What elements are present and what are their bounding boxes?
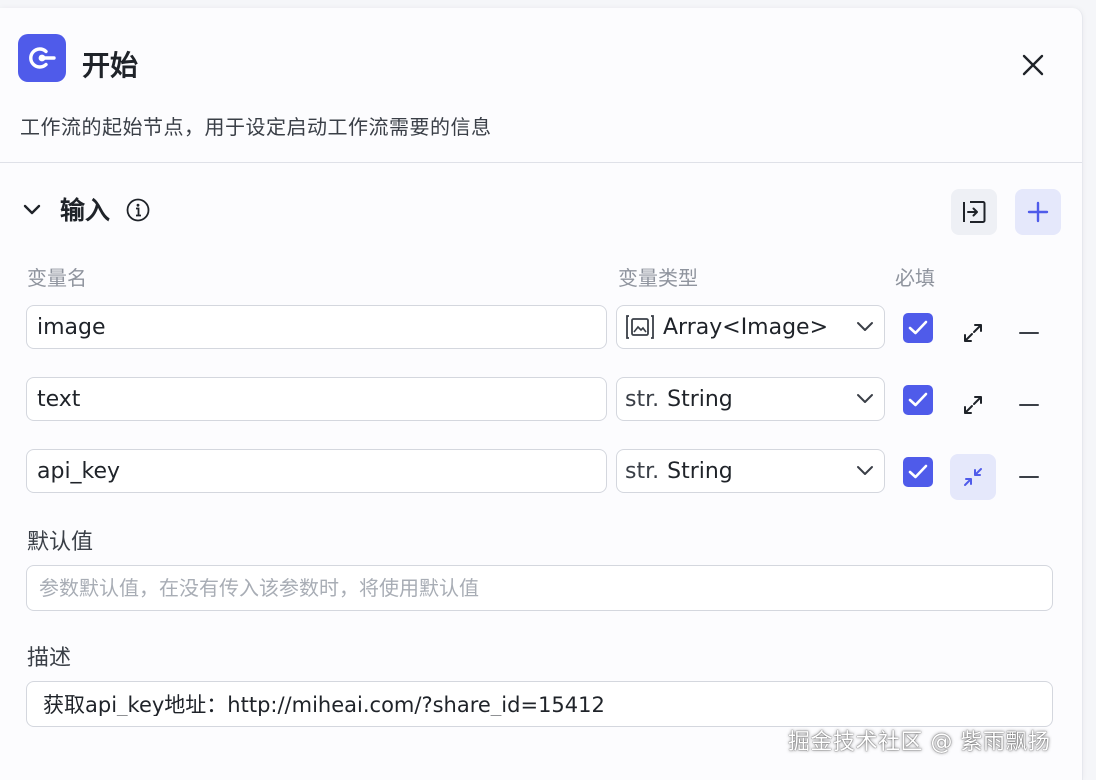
remove-variable-button[interactable] [1015,391,1043,419]
variable-type-label: Array<Image> [663,314,829,340]
variable-name-field[interactable] [37,386,606,412]
add-variable-button[interactable] [1015,189,1061,235]
expand-icon [964,396,982,414]
start-node-panel: 开始 工作流的起始节点，用于设定启动工作流需要的信息 输入 变量名 变量类型 必… [0,8,1083,780]
chevron-down-icon [857,394,873,403]
expand-icon [964,324,982,342]
variable-type-label: String [667,458,733,484]
string-type-icon: str. [625,386,660,412]
description-input[interactable] [26,681,1053,727]
description-field[interactable] [39,692,1052,716]
column-header-name: 变量名 [27,266,87,290]
variable-name-input[interactable] [26,377,607,421]
default-value-input[interactable] [26,565,1053,611]
remove-variable-button[interactable] [1015,463,1043,491]
collapse-icon [964,468,982,486]
default-value-label: 默认值 [27,530,94,555]
column-header-type: 变量类型 [618,266,698,290]
chevron-down-icon [23,204,41,215]
expand-button[interactable] [950,310,996,356]
remove-variable-button[interactable] [1015,319,1043,347]
collapse-button[interactable] [950,454,996,500]
close-button[interactable] [1016,48,1050,82]
checkmark-icon [908,392,928,407]
checkmark-icon [908,320,928,335]
variable-name-input[interactable] [26,449,607,493]
import-icon [963,201,986,223]
required-checkbox[interactable] [903,313,933,343]
variable-type-label: String [667,386,733,412]
start-node-icon [18,34,66,82]
info-icon[interactable] [126,198,150,222]
section-title: 输入 [60,196,111,225]
chevron-down-icon [857,466,873,475]
minus-icon [1019,332,1039,334]
minus-icon [1019,404,1039,406]
required-checkbox[interactable] [903,385,933,415]
variable-type-select[interactable]: str. String [616,449,885,493]
import-button[interactable] [951,189,997,235]
variable-name-field[interactable] [37,314,606,340]
image-icon [626,315,654,339]
chevron-down-icon [857,322,873,331]
header-divider [0,162,1082,163]
variable-name-field[interactable] [37,458,606,484]
column-header-required: 必填 [895,266,935,290]
required-checkbox[interactable] [903,457,933,487]
minus-icon [1019,476,1039,478]
close-icon [1022,54,1044,76]
variable-type-select[interactable]: Array<Image> [616,305,885,349]
panel-subtitle: 工作流的起始节点，用于设定启动工作流需要的信息 [20,115,492,139]
description-label: 描述 [27,646,72,671]
section-collapse-toggle[interactable] [20,198,44,222]
watermark: 掘金技术社区 @ 紫雨飘扬 [788,730,1051,755]
variable-type-select[interactable]: str. String [616,377,885,421]
checkmark-icon [908,464,928,479]
default-value-field[interactable] [39,576,1052,600]
variable-name-input[interactable] [26,305,607,349]
string-type-icon: str. [625,458,660,484]
plus-icon [1027,201,1049,223]
expand-button[interactable] [950,382,996,428]
panel-title: 开始 [82,49,139,82]
